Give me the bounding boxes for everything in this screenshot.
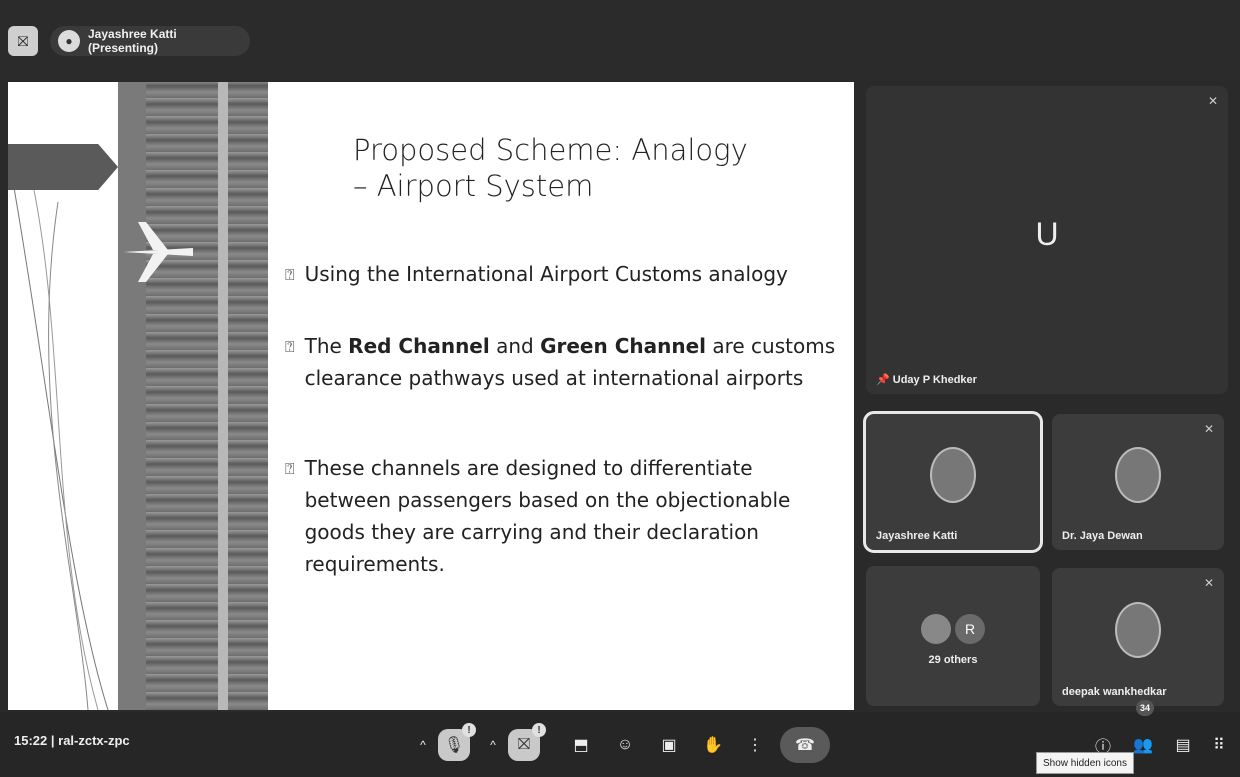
participant-avatar xyxy=(1115,602,1161,659)
camera-toggle-button[interactable]: ⛝ ! xyxy=(508,723,546,761)
mic-options-button[interactable]: ^ xyxy=(412,726,434,764)
stop-presenting-button[interactable]: ⛝ xyxy=(8,26,38,56)
chat-icon: ▤ xyxy=(1175,737,1191,754)
captions-button[interactable]: ▣ xyxy=(650,726,688,764)
grid-icon: ⠿ xyxy=(1213,737,1225,754)
bullet-glyph-icon: ⍰ xyxy=(285,337,295,356)
captions-icon: ▣ xyxy=(661,737,677,754)
participant-tile[interactable]: Jayashree Katti xyxy=(863,411,1043,553)
participant-name: Dr. Jaya Dewan xyxy=(1062,530,1143,542)
raise-hand-button[interactable]: ✋ xyxy=(694,726,732,764)
phone-hangup-icon: ☎ xyxy=(795,737,815,754)
participant-name: Uday P Khedker xyxy=(892,374,977,386)
participant-tile[interactable]: ✕ deepak wankhedkar xyxy=(1052,568,1224,706)
slide-bullet: ⍰ The Red Channel and Green Channel are … xyxy=(285,330,845,394)
warning-badge: ! xyxy=(462,723,476,737)
tooltip: Show hidden icons xyxy=(1036,752,1134,774)
participant-avatar xyxy=(921,614,951,644)
reactions-button[interactable]: ☺ xyxy=(606,726,644,764)
slide-bullet: ⍰ These channels are designed to differe… xyxy=(285,452,845,580)
bullet-glyph-icon: ⍰ xyxy=(285,265,295,284)
participant-tile[interactable]: ✕ Dr. Jaya Dewan xyxy=(1052,414,1224,550)
participant-avatar xyxy=(930,447,976,504)
meeting-info: 15:22 | ral-zctx-zpc xyxy=(14,733,130,748)
camera-off-icon: ⛝ xyxy=(517,736,531,753)
top-bar: ⛝ ● Jayashree Katti (Presenting) xyxy=(0,0,1240,80)
chat-button[interactable]: ▤ xyxy=(1164,726,1202,764)
others-count-label: 29 others xyxy=(928,654,978,666)
slide-title: Proposed Scheme: Analogy – Airport Syste… xyxy=(353,133,748,203)
present-screen-button[interactable]: ⬒ xyxy=(562,726,600,764)
others-tile[interactable]: R 29 others xyxy=(866,566,1040,706)
activities-button[interactable]: ⠿ xyxy=(1200,726,1238,764)
slide-bullet: ⍰ Using the International Airport Custom… xyxy=(285,258,845,291)
hand-icon: ✋ xyxy=(703,737,723,754)
airplane-icon xyxy=(123,222,193,282)
participant-avatar xyxy=(1115,447,1161,504)
participant-name: deepak wankhedkar xyxy=(1062,686,1167,698)
people-count-badge: 34 xyxy=(1136,700,1154,716)
presenter-avatar: ● xyxy=(58,30,80,52)
present-icon: ⬒ xyxy=(573,737,589,754)
presenter-indicator[interactable]: ● Jayashree Katti (Presenting) xyxy=(50,26,250,56)
mic-off-icon: 🎙 xyxy=(443,737,465,754)
camera-options-button[interactable]: ^ xyxy=(482,726,504,764)
participant-initial: U xyxy=(1035,216,1059,252)
mic-off-icon: ✕ xyxy=(1207,94,1218,108)
emoji-icon: ☺ xyxy=(616,736,634,753)
aerial-airport-image xyxy=(118,82,268,710)
screen-off-icon: ⛝ xyxy=(17,32,29,49)
arrow-decoration xyxy=(8,144,118,190)
people-icon: 👥 xyxy=(1133,737,1153,754)
clock-time: 15:22 xyxy=(14,733,48,748)
participant-name: Jayashree Katti xyxy=(876,530,958,542)
mic-toggle-button[interactable]: 🎙 ! xyxy=(438,723,476,761)
meeting-code: ral-zctx-zpc xyxy=(58,733,130,748)
mic-off-icon: ✕ xyxy=(1203,576,1214,590)
shared-slide: Proposed Scheme: Analogy – Airport Syste… xyxy=(8,82,854,710)
warning-badge: ! xyxy=(532,723,546,737)
mic-off-icon: ✕ xyxy=(1203,422,1214,436)
pin-icon: 📌 xyxy=(876,374,890,386)
more-options-button[interactable]: ⋮ xyxy=(736,726,774,764)
leave-call-button[interactable]: ☎ xyxy=(780,727,830,763)
participant-tile-main[interactable]: ✕ U 📌 Uday P Khedker xyxy=(866,86,1228,394)
bullet-glyph-icon: ⍰ xyxy=(285,459,295,478)
participant-initial: R xyxy=(955,614,985,644)
presenter-label: Jayashree Katti (Presenting) xyxy=(88,27,177,55)
more-vertical-icon: ⋮ xyxy=(747,737,763,754)
